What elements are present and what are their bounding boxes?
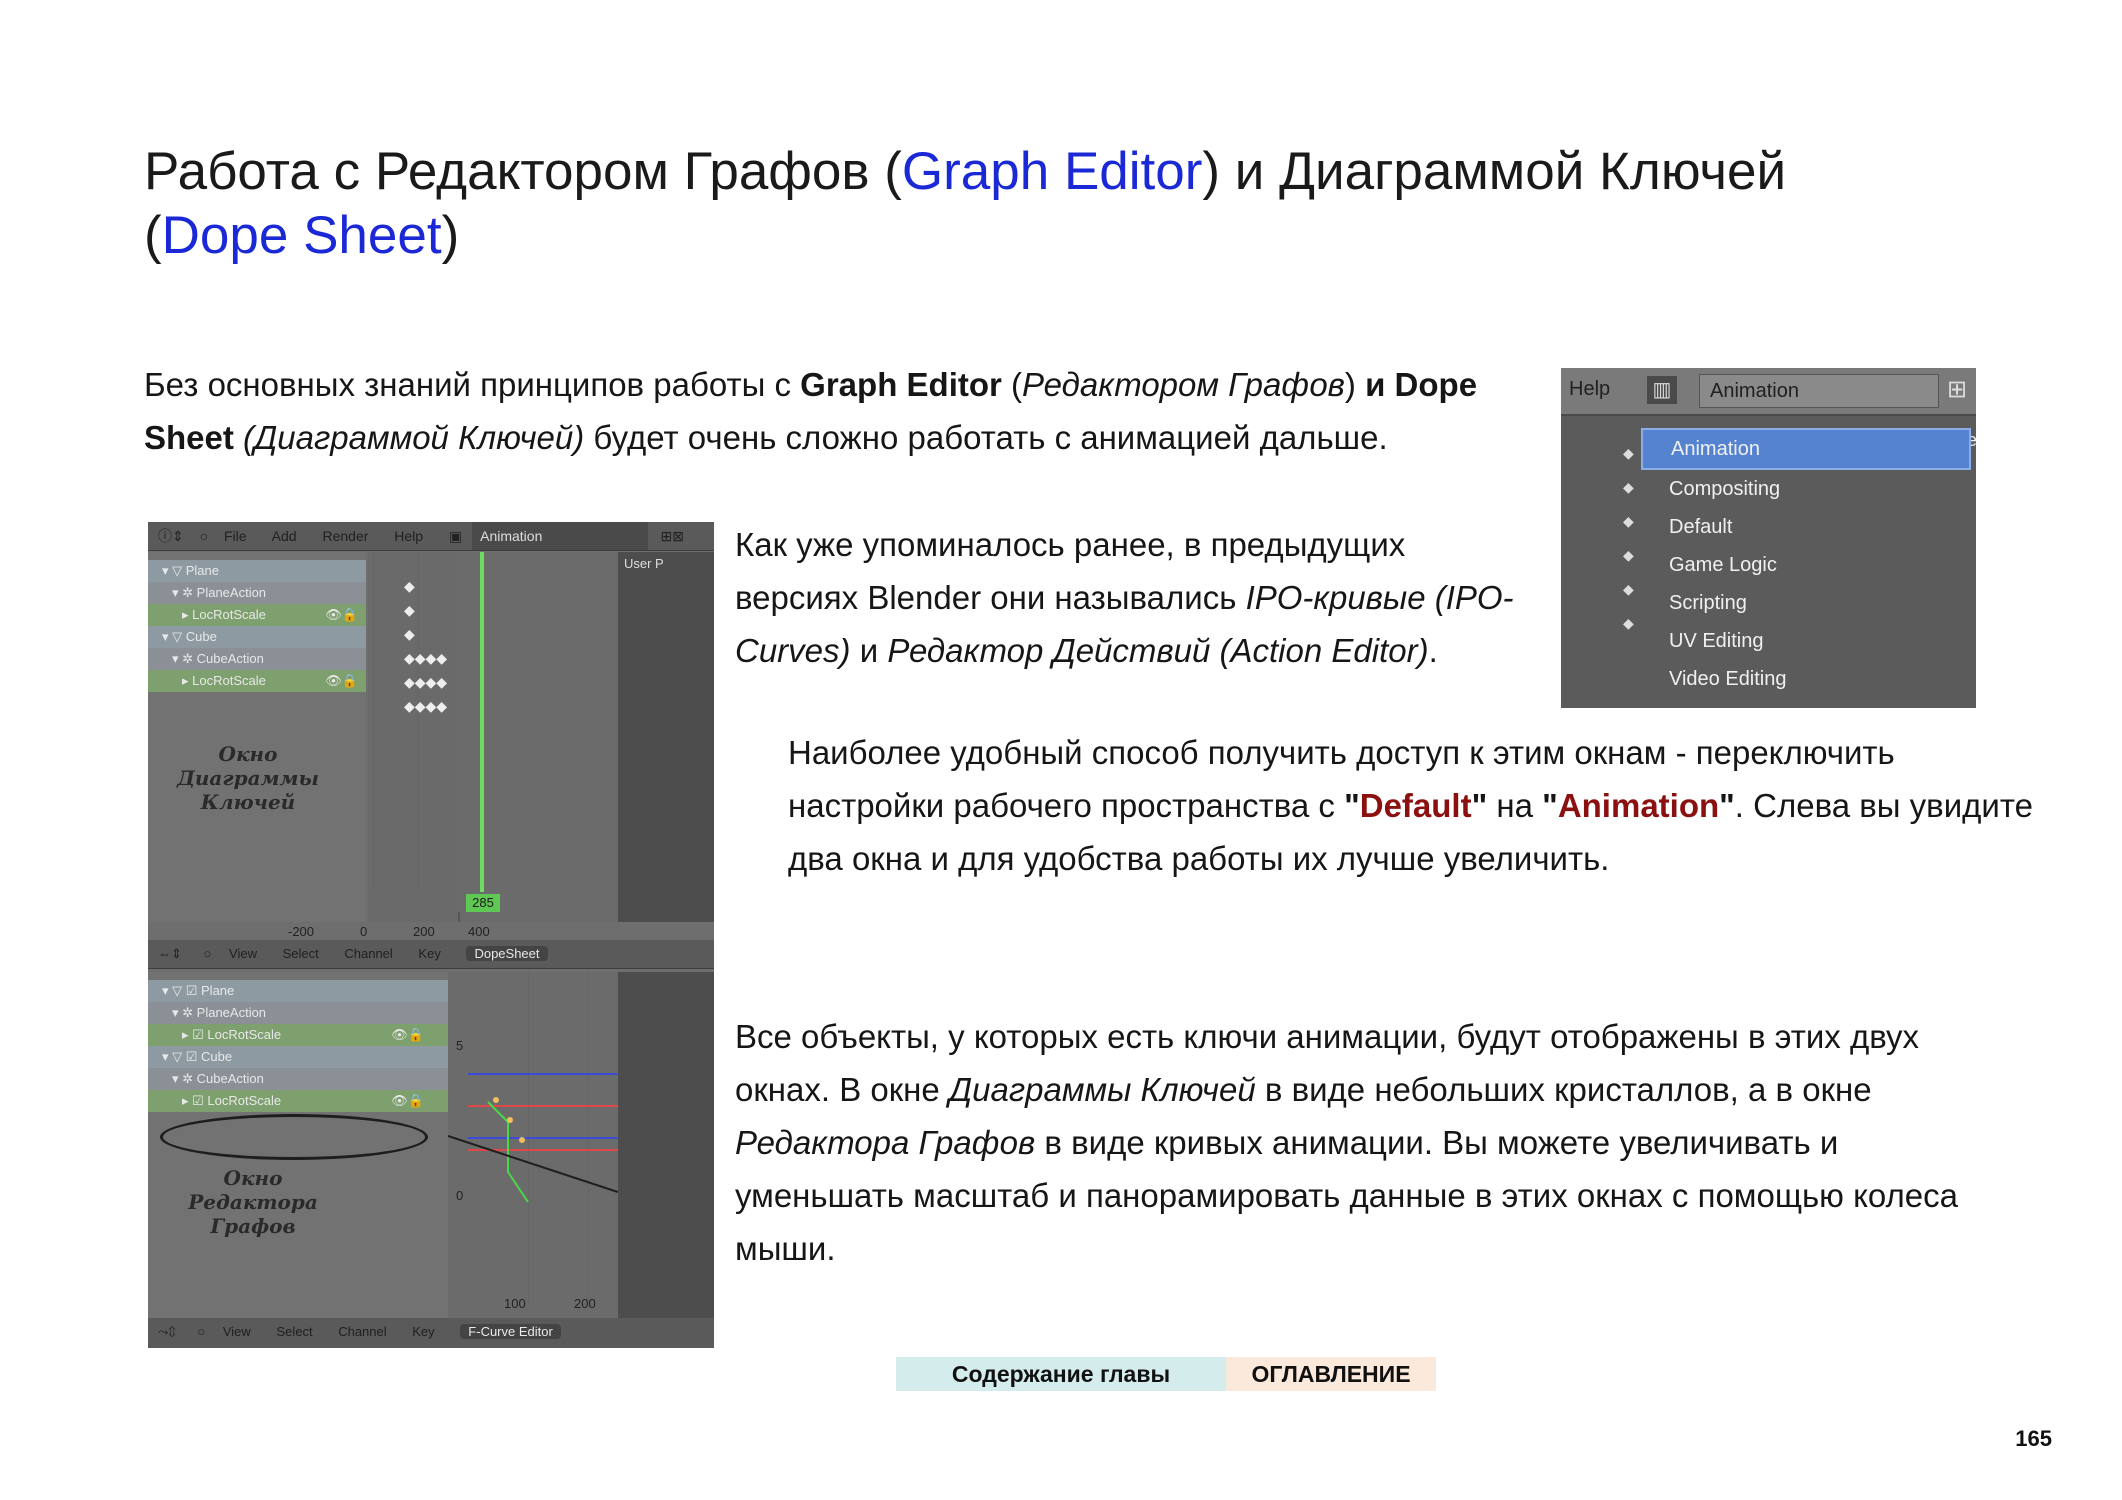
- menu-item-animation[interactable]: Animation: [1641, 428, 1971, 470]
- 3d-viewport-strip-lower: [618, 972, 714, 1318]
- menu-item-game-logic[interactable]: Game Logic: [1641, 546, 1971, 584]
- channel-row: ▸ LocRotScale 👁🔒: [148, 670, 366, 692]
- graph-window-label: Окно Редактора Графов: [188, 1166, 318, 1238]
- layout-icon: ▥: [1647, 376, 1677, 404]
- keyframe-diamonds: ◆ ◆ ◆ ◆◆◆◆ ◆◆◆◆ ◆◆◆◆: [404, 578, 448, 714]
- menu-item-default[interactable]: Default: [1641, 508, 1971, 546]
- highlight-ellipse: [160, 1114, 428, 1160]
- menu-add: Add: [271, 528, 297, 544]
- channel-row: ▾ ✲ CubeAction: [148, 648, 366, 670]
- graph-footer: ⤳⇕ ○ View Select Channel Key F-Curve Edi…: [148, 1318, 714, 1348]
- add-layout-icon: ⊞: [1946, 376, 1968, 403]
- dopesheet-mode-selector: DopeSheet: [466, 946, 548, 961]
- user-persp-label: User P: [624, 556, 664, 571]
- blender-top-header: ⓘ⇕ ○ File Add Render Help ▣ Animation ⊞⊠: [148, 522, 714, 551]
- channel-row: ▾ ▽ Plane: [148, 560, 366, 582]
- toc-button[interactable]: ОГЛАВЛЕНИЕ: [1226, 1357, 1436, 1391]
- history-paragraph: Как уже упоминалось ранее, в предыдущих …: [735, 526, 1514, 669]
- dopesheet-timeline: ◆ ◆ ◆ ◆◆◆◆ ◆◆◆◆ ◆◆◆◆: [368, 552, 458, 922]
- current-frame-indicator: 285: [466, 894, 500, 912]
- menu-item-compositing[interactable]: Compositing: [1641, 470, 1971, 508]
- menu-file: File: [223, 528, 247, 544]
- objects-paragraph: Все объекты, у которых есть ключи анимац…: [735, 1018, 1958, 1267]
- blender-animation-screenshot: ⓘ⇕ ○ File Add Render Help ▣ Animation ⊞⊠…: [148, 522, 714, 1348]
- page-title: Работа с Редактором Графов (Graph Editor…: [144, 142, 1787, 265]
- graph-curve-area: 5 0: [448, 972, 618, 1318]
- menu-top-bar: Help ▥ Animation ⊞: [1561, 368, 1976, 416]
- layout-name: Animation: [472, 522, 649, 550]
- editor-type-icon: ⤳⇕: [158, 1324, 176, 1339]
- menu-item-video-editing[interactable]: Video Editing: [1641, 660, 1971, 698]
- dopesheet-frame-area: 285: [458, 552, 618, 922]
- info-icon: ⓘ⇕: [158, 528, 184, 544]
- channel-row: ▸ LocRotScale 👁🔒: [148, 604, 366, 626]
- dopesheet-footer: ⇔⇕ ○ View Select Channel Key DopeSheet: [148, 940, 714, 969]
- intro-paragraph: Без основных знаний принципов работы с G…: [144, 366, 1478, 456]
- dopesheet-channel-list: ▾ ▽ Plane ▾ ✲ PlaneAction ▸ LocRotScale …: [148, 552, 366, 922]
- channel-row: ▾ ✲ CubeAction: [148, 1068, 448, 1090]
- channel-row: ▾ ▽ ☑ Cube: [148, 1046, 448, 1068]
- layout-dropdown: Animation: [1699, 374, 1939, 408]
- layout-menu-screenshot: Help ▥ Animation ⊞ Use ◆◆◆◆◆◆ Animation …: [1561, 368, 1976, 708]
- graph-mode-selector: F-Curve Editor: [460, 1324, 561, 1339]
- dopesheet-window-label: Окно Диаграммы Ключей: [177, 742, 319, 814]
- channel-row: ▸ ☑ LocRotScale 👁🔒: [148, 1024, 448, 1046]
- current-frame-line: [480, 552, 484, 892]
- chapter-contents-button[interactable]: Содержание главы: [896, 1357, 1226, 1391]
- graph-channel-list: ▾ ▽ ☑ Plane ▾ ✲ PlaneAction ▸ ☑ LocRotSc…: [148, 972, 448, 1318]
- layout-icon: ▣: [448, 528, 463, 544]
- graph-frame-ticks: 100 200: [504, 1296, 596, 1311]
- menu-render: Render: [322, 528, 369, 544]
- menu-item-scripting[interactable]: Scripting: [1641, 584, 1971, 622]
- fcurves: [448, 1073, 618, 1203]
- menu-item-uv-editing[interactable]: UV Editing: [1641, 622, 1971, 660]
- menu-help: Help: [394, 528, 424, 544]
- access-paragraph: Наиболее удобный способ получить доступ …: [788, 734, 2033, 877]
- channel-row: ▾ ✲ PlaneAction: [148, 582, 366, 604]
- dot-icon: ○: [199, 528, 209, 544]
- channel-row: ▾ ✲ PlaneAction: [148, 1002, 448, 1024]
- page-number: 165: [2015, 1426, 2052, 1451]
- channel-row: ▸ ☑ LocRotScale 👁🔒: [148, 1090, 448, 1112]
- channel-row: ▾ ▽ Cube: [148, 626, 366, 648]
- keyframe-diamonds: ◆ ◆ ◆ ◆ ◆ ◆: [1623, 445, 1634, 631]
- help-menu: Help: [1569, 378, 1611, 400]
- add-layout-icon: ⊞⊠: [660, 528, 684, 544]
- channel-row: ▾ ▽ ☑ Plane: [148, 980, 448, 1002]
- grid-line: [373, 552, 374, 892]
- animation-keyword: Animation: [1557, 787, 1720, 824]
- editor-type-icon: ⇔⇕: [158, 946, 182, 961]
- 3d-viewport-strip: User P: [618, 552, 714, 922]
- default-keyword: Default: [1359, 787, 1472, 824]
- layout-menu-list: Animation Compositing Default Game Logic…: [1641, 428, 1971, 698]
- graph-editor-link: Graph Editor: [901, 142, 1203, 201]
- dope-sheet-link: Dope Sheet: [161, 206, 442, 265]
